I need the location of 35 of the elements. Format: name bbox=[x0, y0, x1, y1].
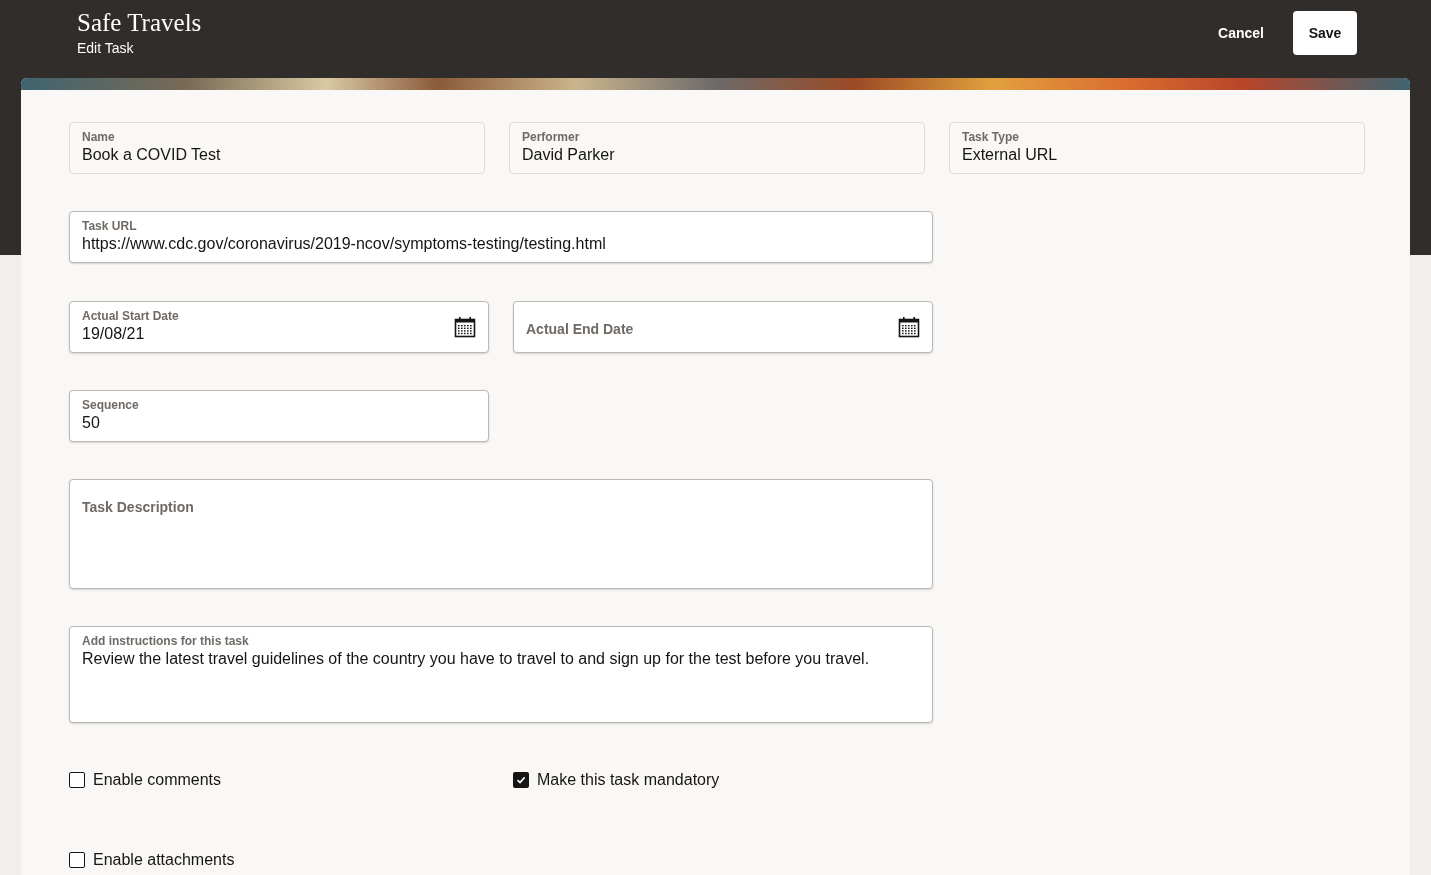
date-field[interactable]: Actual End Date bbox=[513, 301, 933, 353]
field-value: 19/08/21 bbox=[82, 324, 145, 344]
field-label: Sequence bbox=[82, 398, 139, 412]
field-value: David Parker bbox=[522, 145, 615, 165]
field-placeholder: Task Description bbox=[82, 498, 194, 517]
cancel-button[interactable]: Cancel bbox=[1202, 11, 1280, 55]
app-title: Safe Travels bbox=[77, 8, 202, 38]
field-value: Review the latest travel guidelines of the country you have to travel to and sign up for the test before you travel. bbox=[82, 649, 870, 669]
field-label: Name bbox=[82, 130, 115, 144]
checkbox[interactable] bbox=[513, 772, 529, 788]
field-value: External URL bbox=[962, 145, 1058, 165]
url-field[interactable]: Task URL https://www.cdc.gov/coronavirus/2019-ncov/symptoms-testing/testing.html bbox=[69, 211, 933, 263]
field-label: Performer bbox=[522, 130, 580, 144]
calendar-icon[interactable] bbox=[454, 316, 476, 338]
field-value: https://www.cdc.gov/coronavirus/2019-ncov/symptoms-testing/testing.html bbox=[82, 234, 606, 254]
field-label: Task URL bbox=[82, 219, 137, 233]
field-value: Book a COVID Test bbox=[82, 145, 221, 165]
page-subtitle: Edit Task bbox=[77, 39, 135, 58]
checkmark-icon bbox=[516, 775, 526, 785]
description-field[interactable]: Task Description bbox=[69, 479, 933, 589]
checkbox[interactable] bbox=[69, 852, 85, 868]
field-value: 50 bbox=[82, 413, 100, 433]
field-label: Add instructions for this task bbox=[82, 634, 249, 648]
calendar-icon[interactable] bbox=[898, 316, 920, 338]
date-field[interactable]: Actual Start Date 19/08/21 bbox=[69, 301, 489, 353]
checkbox-label: Enable attachments bbox=[93, 850, 235, 870]
checkbox-label: Enable comments bbox=[93, 770, 222, 790]
field-placeholder: Actual End Date bbox=[526, 320, 634, 339]
checkbox-label: Make this task mandatory bbox=[537, 770, 720, 790]
field-label: Actual Start Date bbox=[82, 309, 179, 323]
sequence-field[interactable]: Sequence 50 bbox=[69, 390, 489, 442]
field-label: Task Type bbox=[962, 130, 1019, 144]
save-button[interactable]: Save bbox=[1293, 11, 1357, 55]
instructions-field[interactable]: Add instructions for this task Review the latest travel guidelines of the country you have to travel to and sign up for the test before you travel. bbox=[69, 626, 933, 723]
checkbox[interactable] bbox=[69, 772, 85, 788]
